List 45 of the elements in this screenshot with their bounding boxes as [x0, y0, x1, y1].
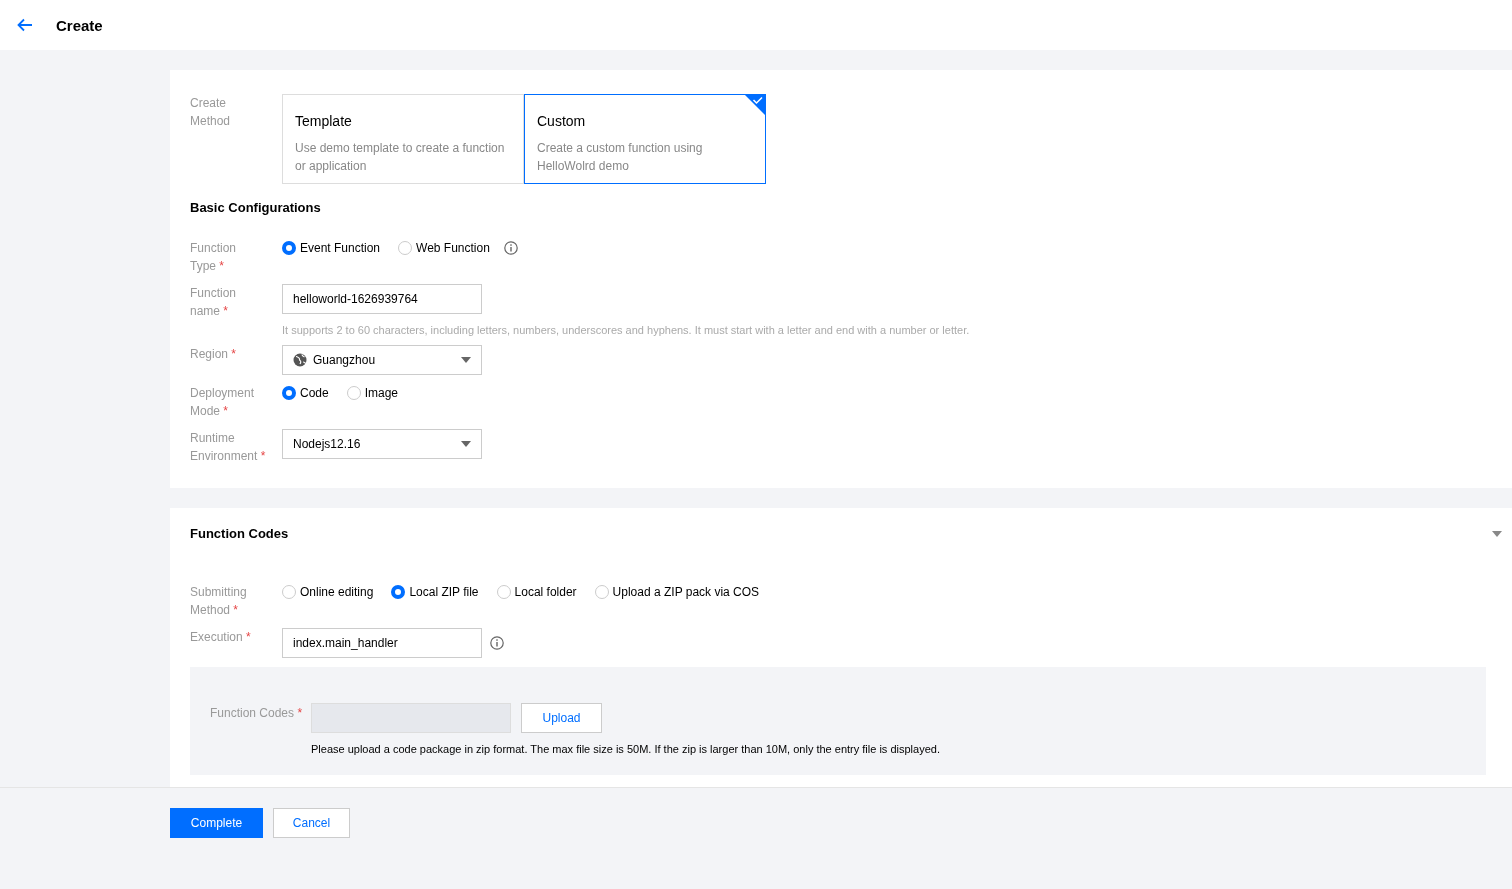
- hint-text: It supports 2 to 60 characters, including letters, numbers, underscores and hyphens. It must start with a letter and end with a number or letter.: [282, 324, 970, 336]
- section-title: Function Codes: [190, 526, 289, 541]
- radio-label[interactable]: Code: [300, 386, 329, 400]
- file-field[interactable]: [311, 703, 511, 733]
- radio-label[interactable]: Local ZIP file: [409, 585, 479, 599]
- upload-note: Please upload a code package in zip format. The max file size is 50M. If the zip is larger than 10M, only the entry file is displayed.: [311, 743, 940, 755]
- radio-button[interactable]: [282, 241, 296, 255]
- radio-button[interactable]: [398, 241, 413, 255]
- cancel-button[interactable]: Cancel: [273, 808, 350, 838]
- caret-icon[interactable]: [1492, 530, 1502, 537]
- dropdown[interactable]: Nodejs12.16: [282, 429, 482, 459]
- field-label: Create Method: [190, 95, 232, 130]
- globe-icon: [293, 353, 307, 367]
- back-arrow-icon[interactable]: [16, 16, 34, 34]
- upload-button[interactable]: Upload: [521, 703, 602, 733]
- field-label: Function name *: [190, 285, 238, 320]
- text-field[interactable]: index.main_handler: [282, 628, 482, 658]
- radio-label[interactable]: Event Function: [300, 241, 381, 255]
- radio-label[interactable]: Online editing: [300, 585, 374, 599]
- radio-button[interactable]: [496, 585, 511, 599]
- caret-icon: [461, 357, 471, 363]
- field-label: Execution *: [190, 629, 252, 646]
- field-label: Region *: [190, 346, 238, 363]
- section-title: Basic Configurations: [190, 200, 322, 215]
- region-dropdown[interactable]: Guangzhou: [282, 345, 482, 375]
- radio-label[interactable]: Upload a ZIP pack via COS: [612, 585, 760, 599]
- page-title: Create: [56, 16, 103, 34]
- method-card[interactable]: Template Use demo template to create a function or application: [282, 94, 524, 184]
- text-field[interactable]: helloworld-1626939764: [282, 284, 482, 314]
- radio-label[interactable]: Local folder: [514, 585, 577, 599]
- radio-button[interactable]: [346, 386, 361, 400]
- radio-button[interactable]: [282, 386, 296, 400]
- field-label: Submitting Method *: [190, 584, 248, 619]
- radio-label[interactable]: Web Function: [416, 241, 490, 255]
- radio-button[interactable]: [282, 585, 296, 599]
- method-card[interactable]: Custom Create a custom function using HelloWolrd demo: [524, 94, 766, 184]
- radio-label[interactable]: Image: [364, 386, 399, 400]
- complete-button[interactable]: Complete: [170, 808, 263, 838]
- radio-button[interactable]: [594, 585, 609, 599]
- selected-check-icon: [744, 94, 766, 116]
- field-label: Function Codes *: [210, 705, 304, 720]
- field-label: Deployment Mode *: [190, 385, 256, 420]
- field-label: Function Type *: [190, 240, 238, 275]
- radio-button[interactable]: [391, 585, 406, 599]
- caret-icon: [461, 441, 471, 447]
